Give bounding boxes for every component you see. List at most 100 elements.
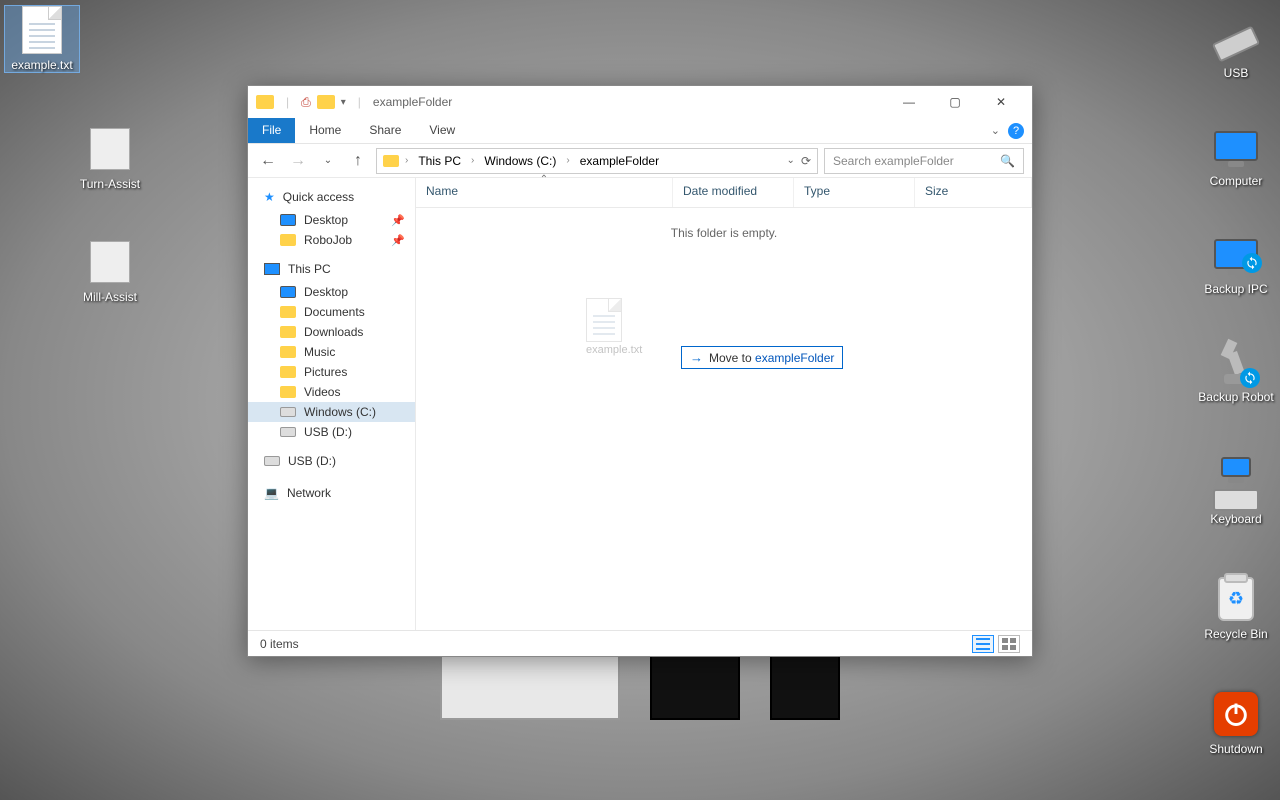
pin-icon: 📌: [391, 234, 405, 247]
desktop-icon-mill-assist[interactable]: Mill-Assist: [72, 238, 148, 304]
nav-item-label: Pictures: [304, 365, 347, 379]
pc-icon: [264, 263, 280, 275]
file-list-area[interactable]: ⌃ Name Date modified Type Size This fold…: [416, 178, 1032, 630]
backup-ipc-icon: [1212, 230, 1260, 278]
navigation-pane[interactable]: ★ Quick access Desktop📌RoboJob📌 This PC …: [248, 178, 416, 630]
search-input[interactable]: Search exampleFolder 🔍: [824, 148, 1024, 174]
breadcrumb-folder[interactable]: exampleFolder: [576, 154, 663, 168]
move-arrow-icon: →: [690, 350, 703, 365]
desktop-icon-usb[interactable]: USB: [1198, 14, 1274, 80]
computer-icon: [1212, 122, 1260, 170]
nav-quick-access-label: Quick access: [283, 190, 354, 204]
tab-view[interactable]: View: [415, 118, 469, 143]
forward-button[interactable]: →: [286, 149, 310, 173]
col-size[interactable]: Size: [915, 178, 1032, 207]
nav-this-pc-label: This PC: [288, 262, 331, 276]
desktop-icon-label: Backup Robot: [1198, 390, 1274, 404]
qat-dropdown-icon[interactable]: ▾: [341, 97, 346, 108]
nav-item-label: Downloads: [304, 325, 363, 339]
nav-item-windows-c-[interactable]: Windows (C:): [248, 402, 415, 422]
tab-share[interactable]: Share: [355, 118, 415, 143]
nav-quick-access[interactable]: ★ Quick access: [248, 188, 415, 210]
disk-icon: [280, 427, 296, 437]
chevron-right-icon[interactable]: ›: [469, 155, 476, 166]
sort-caret-icon: ⌃: [540, 174, 548, 185]
nav-item-videos[interactable]: Videos: [248, 382, 415, 402]
desktop-icon-computer[interactable]: Computer: [1198, 122, 1274, 188]
folder-icon: [280, 234, 296, 246]
nav-item-label: Videos: [304, 385, 340, 399]
details-view-button[interactable]: [972, 635, 994, 653]
nav-this-pc[interactable]: This PC: [248, 260, 415, 282]
star-icon: ★: [264, 190, 275, 204]
chevron-down-icon[interactable]: ⌄: [991, 124, 1000, 137]
folder-icon: [280, 306, 296, 318]
desktop-icon-turn-assist[interactable]: Turn-Assist: [72, 125, 148, 191]
col-type[interactable]: Type: [794, 178, 915, 207]
maximize-button[interactable]: ▢: [932, 86, 978, 118]
nav-item-label: Desktop: [304, 213, 348, 227]
nav-item-label: Desktop: [304, 285, 348, 299]
folder-icon: [280, 366, 296, 378]
up-button[interactable]: ↑: [346, 149, 370, 173]
mill-assist-icon: [86, 238, 134, 286]
desktop-icon-label: example.txt: [5, 58, 79, 72]
minimize-button[interactable]: —: [886, 86, 932, 118]
desktop-icon-backup-robot[interactable]: Backup Robot: [1198, 338, 1274, 404]
desktop-icon: [280, 286, 296, 298]
file-explorer-window: | ⎙ ▾ | exampleFolder — ▢ ✕ File Home Sh…: [247, 85, 1033, 657]
nav-item-usb-d-[interactable]: USB (D:): [248, 422, 415, 442]
titlebar[interactable]: | ⎙ ▾ | exampleFolder — ▢ ✕: [248, 86, 1032, 118]
refresh-icon[interactable]: ⟳: [801, 154, 811, 168]
nav-item-robojob[interactable]: RoboJob📌: [248, 230, 415, 250]
nav-item-desktop[interactable]: Desktop📌: [248, 210, 415, 230]
col-name[interactable]: ⌃ Name: [416, 178, 673, 207]
col-date[interactable]: Date modified: [673, 178, 794, 207]
network-icon: 💻: [264, 486, 279, 500]
addressbar-dropdown-icon[interactable]: ⌄: [787, 155, 795, 166]
recent-locations-button[interactable]: ⌄: [316, 149, 340, 173]
qat-folder-icon[interactable]: [317, 95, 335, 109]
nav-item-music[interactable]: Music: [248, 342, 415, 362]
recycle-bin-icon: ♻: [1212, 575, 1260, 623]
search-placeholder: Search exampleFolder: [833, 154, 954, 168]
nav-item-label: USB (D:): [304, 425, 352, 439]
drag-ghost: example.txt: [586, 298, 642, 356]
thumbnails-view-button[interactable]: [998, 635, 1020, 653]
qat-save-icon[interactable]: ⎙: [301, 95, 311, 110]
drag-tip-prefix: Move to: [709, 351, 755, 365]
nav-usb[interactable]: USB (D:): [248, 452, 415, 474]
folder-icon: [280, 386, 296, 398]
nav-item-label: Windows (C:): [304, 405, 376, 419]
chevron-right-icon[interactable]: ›: [403, 155, 410, 166]
column-headers: ⌃ Name Date modified Type Size: [416, 178, 1032, 208]
nav-item-documents[interactable]: Documents: [248, 302, 415, 322]
desktop-icon-backup-ipc[interactable]: Backup IPC: [1198, 230, 1274, 296]
nav-item-downloads[interactable]: Downloads: [248, 322, 415, 342]
desktop-icon-label: Backup IPC: [1198, 282, 1274, 296]
chevron-right-icon[interactable]: ›: [564, 155, 571, 166]
tab-home[interactable]: Home: [295, 118, 355, 143]
breadcrumb-thispc[interactable]: This PC: [414, 154, 465, 168]
help-icon[interactable]: ?: [1008, 123, 1024, 139]
window-title: exampleFolder: [373, 95, 452, 109]
folder-icon: [280, 326, 296, 338]
breadcrumb-drive[interactable]: Windows (C:): [480, 154, 560, 168]
nav-item-desktop[interactable]: Desktop: [248, 282, 415, 302]
close-button[interactable]: ✕: [978, 86, 1024, 118]
nav-network[interactable]: 💻 Network: [248, 484, 415, 506]
back-button[interactable]: ←: [256, 149, 280, 173]
address-bar[interactable]: › This PC › Windows (C:) › exampleFolder…: [376, 148, 818, 174]
desktop-icon-label: Computer: [1198, 174, 1274, 188]
desktop-icon-recycle-bin[interactable]: ♻ Recycle Bin: [1198, 575, 1274, 641]
desktop-icon-shutdown[interactable]: Shutdown: [1198, 690, 1274, 756]
desktop-icon-label: Recycle Bin: [1198, 627, 1274, 641]
tab-file[interactable]: File: [248, 118, 295, 143]
desktop-icon-keyboard[interactable]: Keyboard: [1198, 460, 1274, 526]
example-txt-icon: [18, 6, 66, 54]
desktop-icon-example-txt[interactable]: example.txt: [4, 5, 80, 73]
disk-icon: [280, 407, 296, 417]
search-icon: 🔍: [1000, 154, 1015, 168]
nav-item-pictures[interactable]: Pictures: [248, 362, 415, 382]
disk-icon: [264, 456, 280, 466]
